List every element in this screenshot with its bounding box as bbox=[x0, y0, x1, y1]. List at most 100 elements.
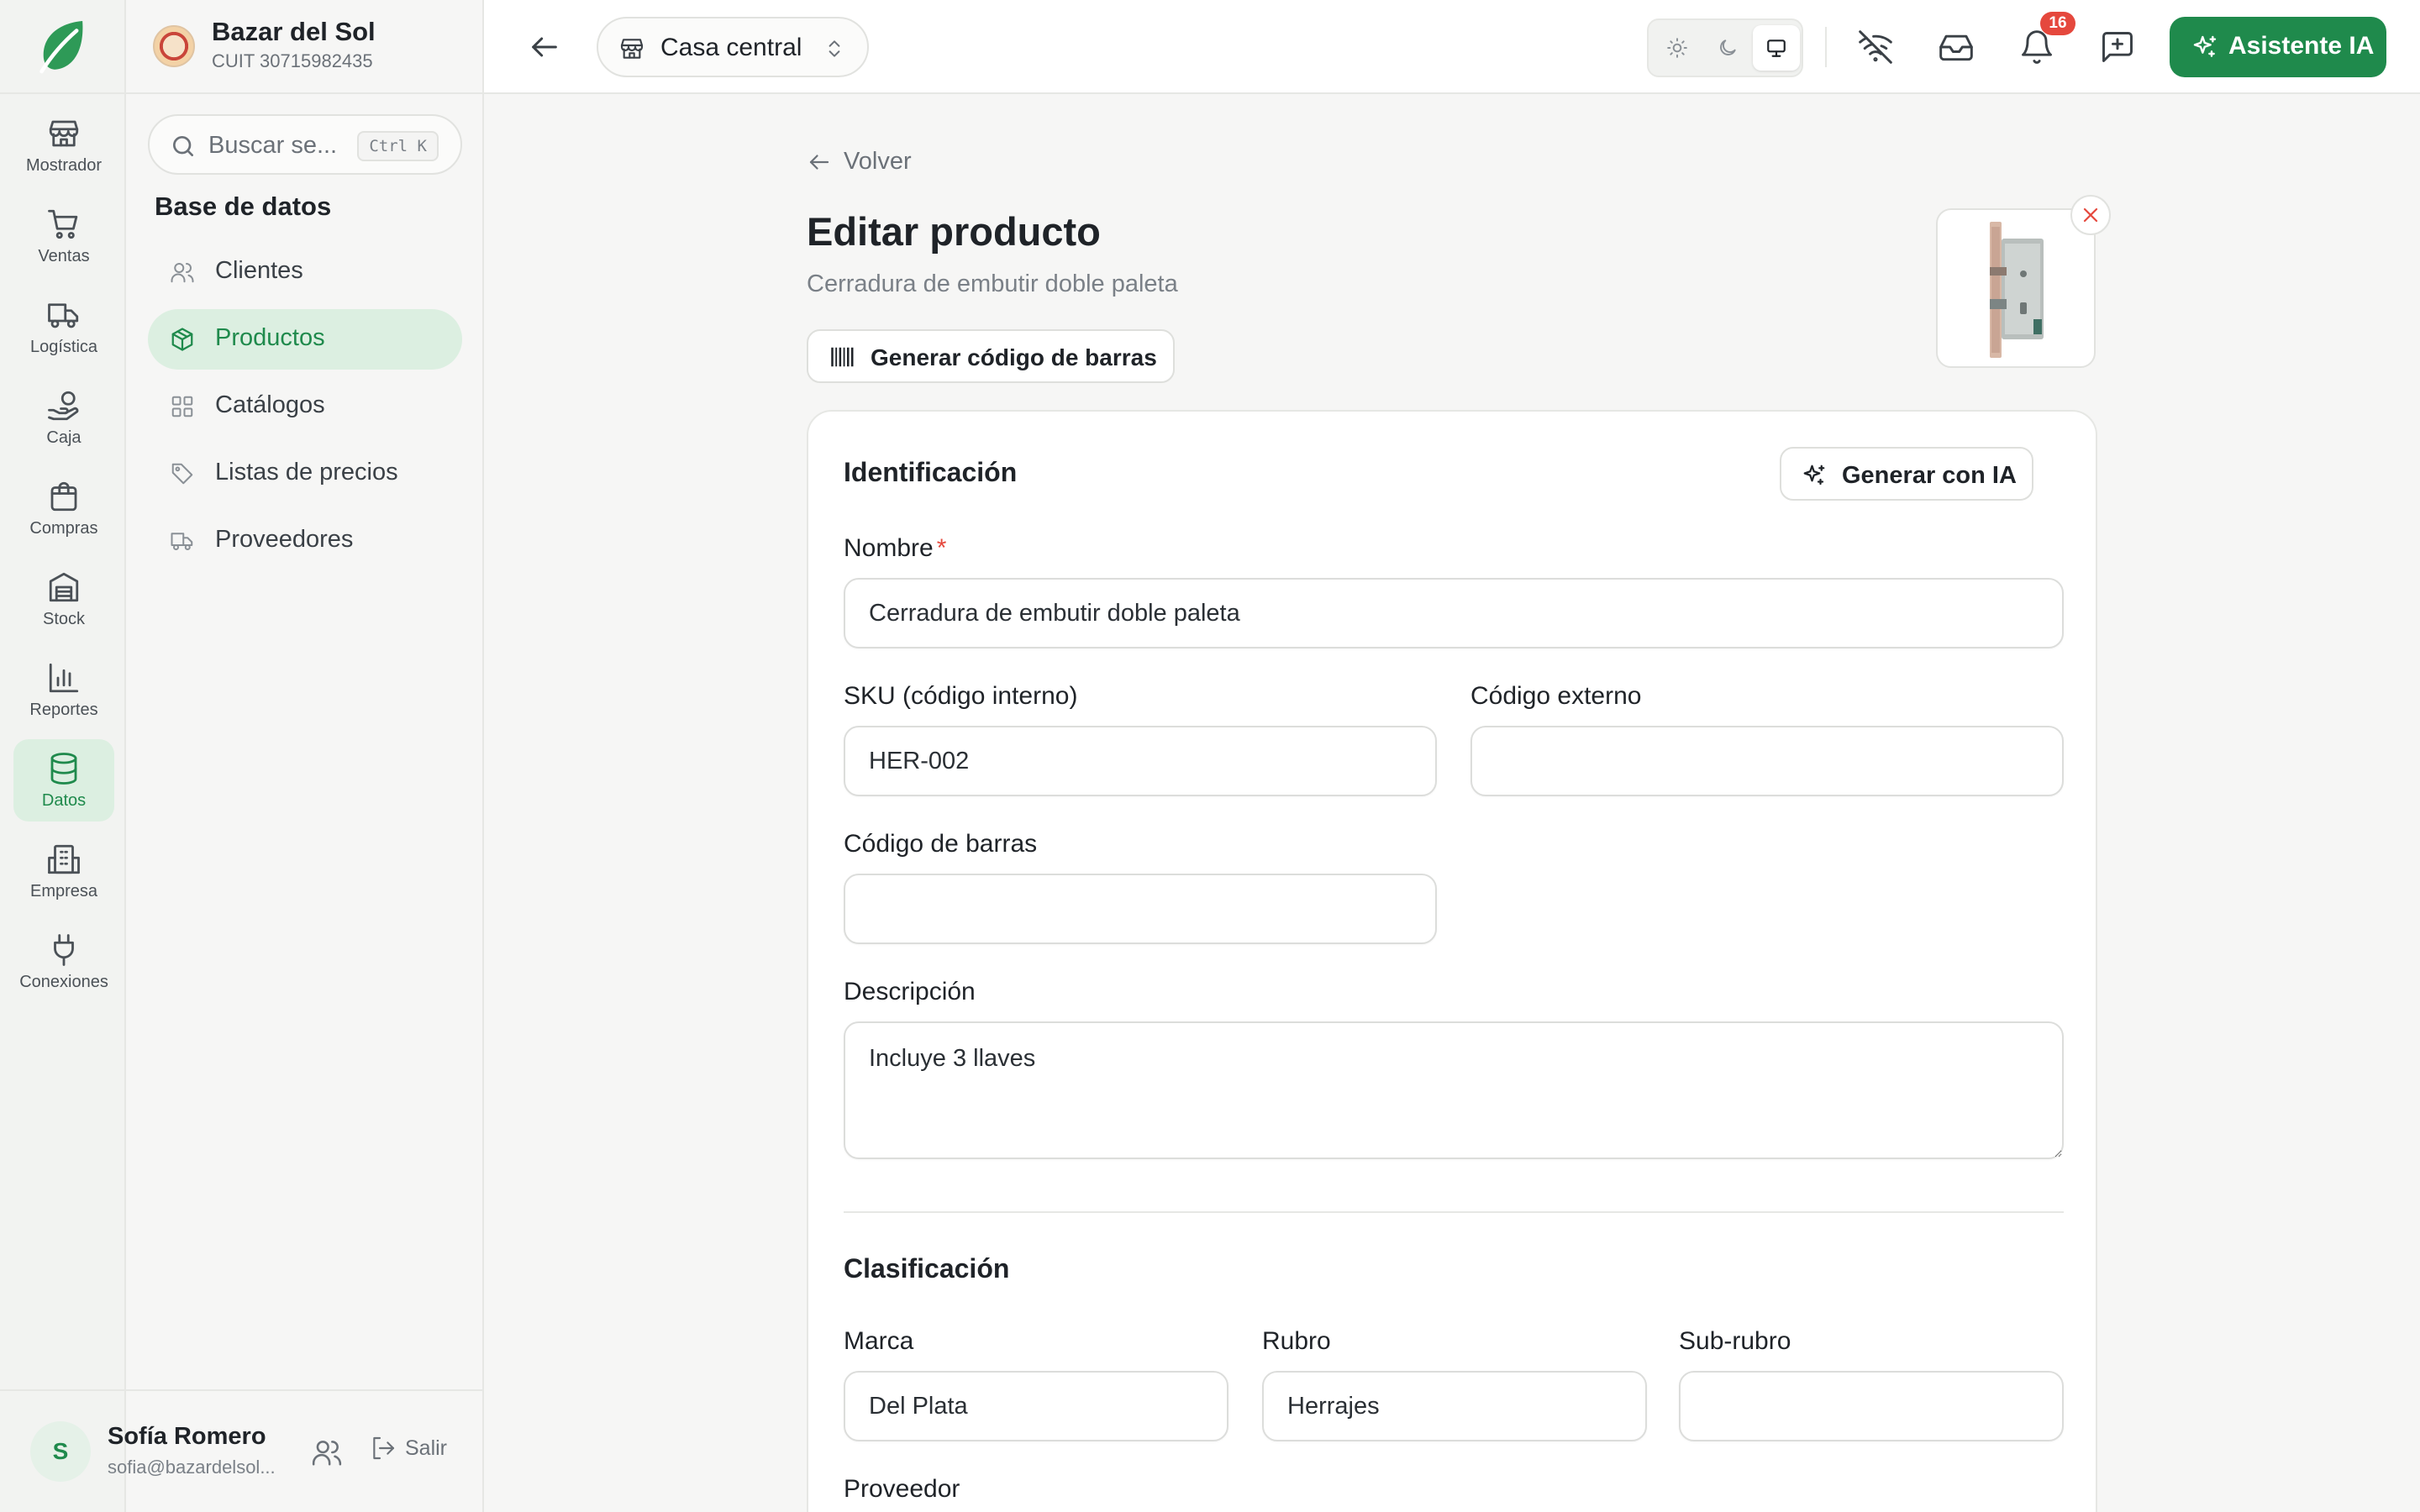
rail-item-logistica[interactable]: Logística bbox=[13, 286, 114, 368]
business-logo bbox=[153, 25, 195, 67]
category-label: Rubro bbox=[1262, 1327, 1331, 1355]
remove-image-button[interactable] bbox=[2070, 195, 2111, 235]
back-link[interactable]: Volver bbox=[807, 148, 912, 176]
warehouse-icon bbox=[49, 572, 79, 601]
rail-item-mostrador[interactable]: Mostrador bbox=[13, 104, 114, 186]
package-icon bbox=[171, 328, 193, 351]
user-divider bbox=[0, 1389, 484, 1391]
monitor-icon bbox=[1767, 39, 1786, 57]
sku-label: SKU (código interno) bbox=[844, 682, 1078, 710]
moon-icon bbox=[1720, 39, 1736, 55]
name-input[interactable] bbox=[844, 578, 2064, 648]
rail-item-datos[interactable]: Datos bbox=[13, 739, 114, 822]
theme-system-button[interactable] bbox=[1753, 25, 1800, 71]
subcategory-label: Sub-rubro bbox=[1679, 1327, 1791, 1355]
shopping-bag-icon bbox=[50, 481, 77, 511]
sun-icon bbox=[1667, 38, 1687, 58]
brand-input[interactable] bbox=[844, 1371, 1228, 1441]
search-icon bbox=[173, 136, 193, 156]
theme-light-button[interactable] bbox=[1654, 25, 1701, 71]
topbar: Casa central 16 Asistente IA bbox=[484, 0, 2420, 94]
bar-chart-icon bbox=[49, 663, 79, 692]
tag-icon bbox=[171, 463, 193, 485]
sidebar-item-label: Productos bbox=[215, 324, 325, 351]
product-image[interactable] bbox=[1936, 208, 2096, 368]
business-cuit: CUIT 30715982435 bbox=[212, 50, 373, 71]
logout-icon bbox=[373, 1436, 395, 1460]
rail-item-label: Empresa bbox=[29, 881, 98, 900]
rail-divider bbox=[0, 92, 126, 94]
ai-assistant-label: Asistente IA bbox=[2228, 32, 2375, 60]
barcode-input[interactable] bbox=[844, 874, 1437, 944]
generate-barcode-button[interactable]: Generar código de barras bbox=[807, 329, 1175, 383]
user-email: sofia@bazardelsol... bbox=[108, 1457, 276, 1478]
classification-section-title: Clasificación bbox=[844, 1253, 1010, 1284]
truck-icon bbox=[48, 302, 79, 328]
rail-item-compras[interactable]: Compras bbox=[13, 467, 114, 549]
generate-with-ai-label: Generar con IA bbox=[1842, 462, 2017, 489]
avatar[interactable]: S bbox=[30, 1421, 91, 1482]
sidebar-item-clientes[interactable]: Clientes bbox=[148, 242, 462, 302]
theme-dark-button[interactable] bbox=[1704, 25, 1751, 71]
barcode-icon bbox=[831, 347, 854, 367]
external-code-input[interactable] bbox=[1470, 726, 2064, 796]
back-arrow-icon[interactable] bbox=[528, 30, 561, 64]
cart-icon bbox=[48, 209, 78, 239]
sidebar-item-label: Listas de precios bbox=[215, 459, 398, 486]
building-icon bbox=[48, 844, 80, 874]
sidebar-item-label: Catálogos bbox=[215, 391, 325, 418]
ai-assistant-button[interactable]: Asistente IA bbox=[2170, 17, 2386, 77]
rail-item-ventas[interactable]: Ventas bbox=[13, 195, 114, 277]
switch-user-icon[interactable] bbox=[311, 1436, 343, 1468]
inbox-icon[interactable] bbox=[1938, 29, 1975, 66]
wifi-off-icon[interactable] bbox=[1857, 29, 1894, 66]
branch-name: Casa central bbox=[660, 34, 802, 61]
app-logo-icon[interactable] bbox=[32, 15, 94, 77]
brand-label: Marca bbox=[844, 1327, 914, 1355]
rail-item-label: Compras bbox=[29, 518, 98, 538]
description-label: Descripción bbox=[844, 978, 976, 1005]
rail-item-reportes[interactable]: Reportes bbox=[13, 648, 114, 731]
generate-with-ai-button[interactable]: Generar con IA bbox=[1780, 447, 2033, 501]
sidebar-item-productos[interactable]: Productos bbox=[148, 309, 462, 370]
logout-button[interactable]: Salir bbox=[370, 1435, 447, 1462]
sku-input[interactable] bbox=[844, 726, 1437, 796]
sparkles-icon bbox=[1803, 465, 1825, 486]
sidebar-item-proveedores[interactable]: Proveedores bbox=[148, 511, 462, 571]
close-icon bbox=[2083, 207, 2098, 223]
theme-switcher bbox=[1647, 18, 1803, 77]
rail-item-label: Datos bbox=[41, 790, 87, 810]
sidebar-item-listas-de-precios[interactable]: Listas de precios bbox=[148, 444, 462, 504]
notifications-badge: 16 bbox=[2040, 12, 2075, 35]
logout-label: Salir bbox=[405, 1436, 448, 1460]
description-textarea[interactable]: Incluye 3 llaves bbox=[844, 1021, 2064, 1159]
rail-item-label: Ventas bbox=[38, 246, 90, 265]
rail-item-empresa[interactable]: Empresa bbox=[13, 830, 114, 912]
barcode-label: Código de barras bbox=[844, 830, 1038, 858]
message-plus-icon[interactable] bbox=[2099, 29, 2136, 66]
category-input[interactable] bbox=[1262, 1371, 1647, 1441]
generate-barcode-label: Generar código de barras bbox=[871, 344, 1157, 370]
storefront-icon bbox=[620, 39, 644, 59]
section-divider bbox=[844, 1211, 2064, 1213]
sidebar-item-label: Proveedores bbox=[215, 526, 354, 553]
rail-item-stock[interactable]: Stock bbox=[13, 558, 114, 640]
branch-selector[interactable]: Casa central bbox=[597, 17, 869, 77]
rail-item-label: Conexiones bbox=[19, 972, 108, 991]
topbar-divider bbox=[1825, 27, 1827, 67]
search-input[interactable] bbox=[208, 129, 351, 161]
subcategory-input[interactable] bbox=[1679, 1371, 2064, 1441]
sparkles-icon bbox=[2193, 35, 2217, 57]
rail-item-label: Stock bbox=[42, 609, 86, 628]
hand-coins-icon bbox=[48, 391, 79, 420]
product-form-card: Identificación Generar con IA Nombre* SK… bbox=[807, 410, 2097, 1512]
supplier-label: Proveedor bbox=[844, 1475, 960, 1503]
sidebar: Bazar del Sol CUIT 30715982435 Ctrl K Ba… bbox=[126, 0, 484, 1512]
sidebar-item-catalogos[interactable]: Catálogos bbox=[148, 376, 462, 437]
rail-item-caja[interactable]: Caja bbox=[13, 376, 114, 459]
sidebar-divider bbox=[126, 92, 484, 94]
rail-item-label: Reportes bbox=[29, 700, 98, 719]
rail-item-conexiones[interactable]: Conexiones bbox=[13, 921, 114, 1003]
required-asterisk: * bbox=[936, 534, 947, 562]
rail-item-label: Caja bbox=[46, 428, 82, 447]
